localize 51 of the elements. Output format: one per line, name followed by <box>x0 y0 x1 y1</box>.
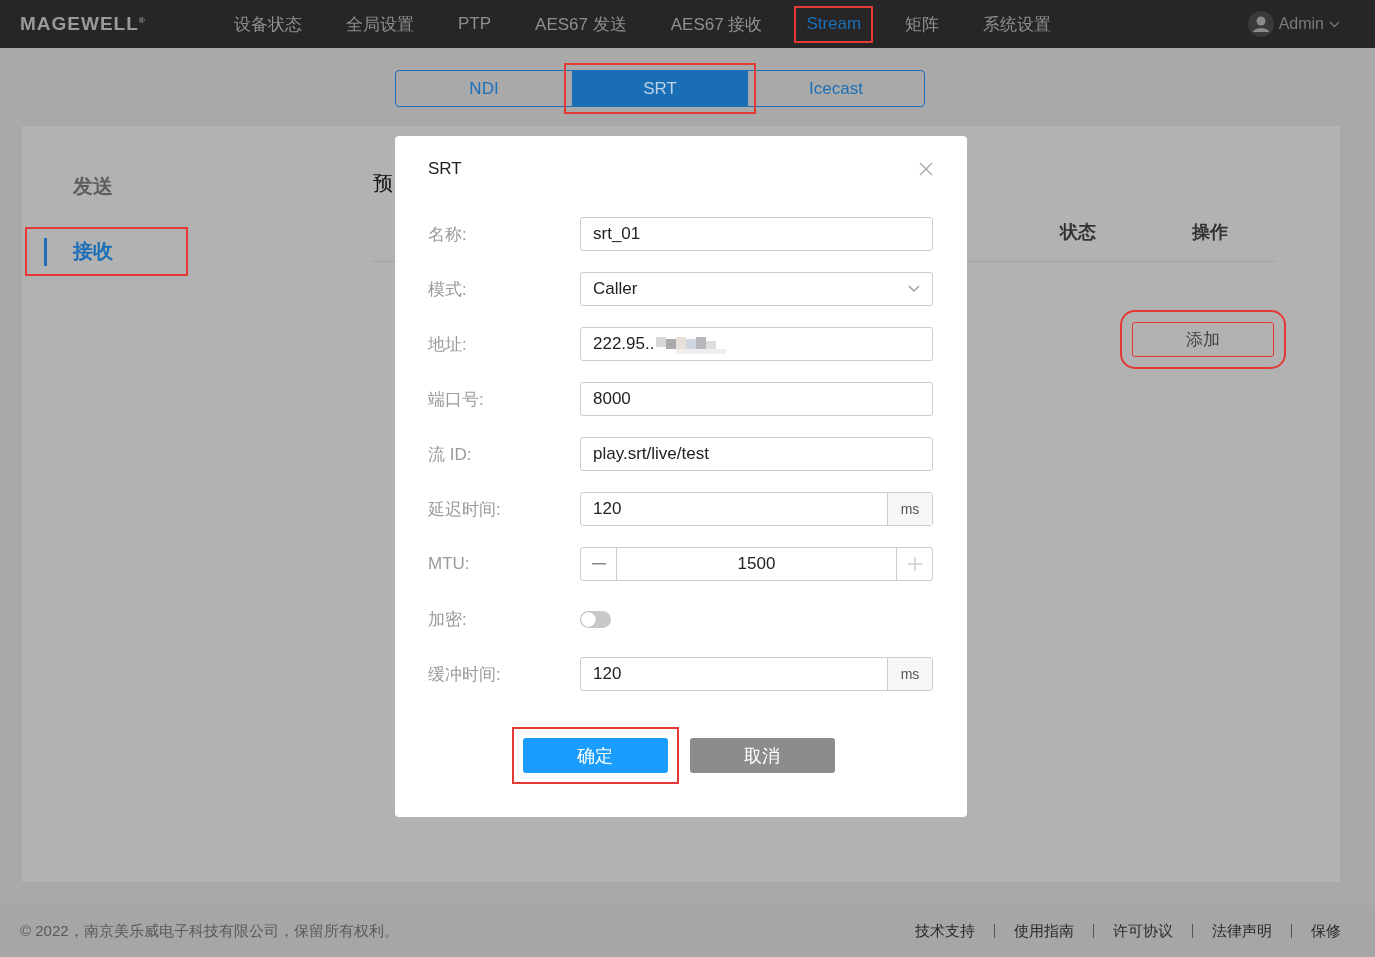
field-label: 流 ID: <box>428 443 473 466</box>
unit-label: ms <box>887 658 932 690</box>
close-icon[interactable] <box>918 161 934 177</box>
nav-item[interactable]: Stream <box>794 5 874 43</box>
dialog-title: SRT <box>428 159 462 179</box>
nav-item[interactable]: PTP <box>446 5 504 43</box>
logo: MAGEWELL$^{®}$ <box>20 13 147 35</box>
user-avatar-icon <box>1247 11 1274 37</box>
text-field[interactable]: 222.95.. <box>580 327 933 361</box>
user-name[interactable]: Admin <box>1278 15 1324 33</box>
footer-link[interactable]: 保修 <box>1291 924 1341 938</box>
chevron-down-icon <box>1329 20 1340 28</box>
text-field[interactable]: 120 ms <box>580 657 933 691</box>
copyright-text: © 2022，南京美乐威电子科技有限公司，保留所有权利。 <box>20 921 399 941</box>
mode-dropdown[interactable]: Caller <box>580 272 933 306</box>
nav-item[interactable]: 系统设置 <box>971 5 1064 43</box>
text-field[interactable]: srt_01 <box>580 217 933 251</box>
cancel-button[interactable]: 取消 <box>689 738 835 773</box>
field-label: 加密: <box>428 608 468 631</box>
footer-link[interactable]: 法律声明 <box>1192 924 1291 938</box>
minus-icon <box>591 563 606 565</box>
unit-label: ms <box>887 493 932 525</box>
section-title: 预 <box>373 171 394 196</box>
footer-link[interactable]: 使用指南 <box>994 924 1093 938</box>
text-field[interactable]: 120 ms <box>580 492 933 526</box>
text-field[interactable]: 8000 <box>580 382 933 416</box>
field-label: 延迟时间: <box>428 498 502 521</box>
field-label: 模式: <box>428 278 468 301</box>
field-label: 地址: <box>428 333 468 356</box>
chevron-down-icon <box>908 285 920 293</box>
nav-item[interactable]: AES67 发送 <box>523 5 639 43</box>
column-header: 操作 <box>1192 221 1229 244</box>
confirm-button[interactable]: 确定 <box>522 738 668 773</box>
footer-link[interactable]: 技术支持 <box>896 924 994 938</box>
toggle-switch[interactable] <box>580 610 611 628</box>
plus-icon <box>907 557 922 571</box>
field-label: 缓冲时间: <box>428 663 502 686</box>
field-label: 名称: <box>428 223 468 246</box>
nav-item[interactable]: 全局设置 <box>334 5 426 43</box>
sidebar-item[interactable]: 接收 <box>25 227 188 276</box>
nav-item[interactable]: 矩阵 <box>893 5 952 43</box>
field-label: MTU: <box>428 554 471 574</box>
field-label: 端口号: <box>428 388 485 411</box>
add-button[interactable]: 添加 <box>1132 322 1274 357</box>
tab[interactable]: SRT <box>572 71 748 106</box>
nav-item[interactable]: AES67 接收 <box>658 5 775 43</box>
nav-item[interactable]: 设备状态 <box>222 5 314 43</box>
footer-link[interactable]: 许可协议 <box>1093 924 1192 938</box>
column-header: 状态 <box>1060 221 1097 244</box>
sidebar-item[interactable]: 发送 <box>25 162 188 211</box>
text-field[interactable]: play.srt/live/test <box>580 437 933 471</box>
